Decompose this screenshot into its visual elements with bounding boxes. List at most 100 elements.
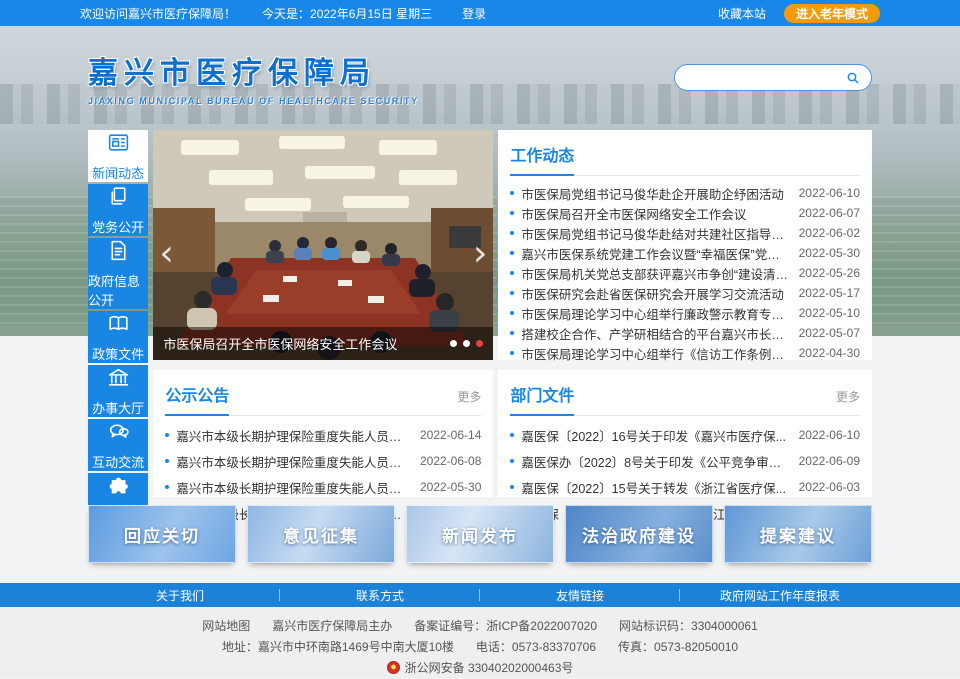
list-item[interactable]: 市医保局理论学习中心组举行廉政警示教育专题学习...2022-05-10 [510, 303, 860, 323]
sponsor-text: 嘉兴市医疗保障局主办 [272, 616, 392, 637]
bullet-icon [510, 433, 514, 437]
sidebar-item-party-affairs[interactable]: 党务公开 [88, 184, 148, 236]
site-logo[interactable]: 嘉兴市医疗保障局 JIAXING MUNICIPAL BUREAU OF HEA… [88, 48, 419, 106]
item-title: 嘉医保〔2022〕16号关于印发《嘉兴市医疗保... [521, 426, 788, 445]
bullet-icon [510, 271, 514, 275]
item-title: 嘉兴市本级长期护理保险重度失能人员名单公示（2... [176, 452, 410, 471]
bullet-icon [165, 485, 169, 489]
elder-mode-button[interactable]: 进入老年模式 [784, 4, 880, 23]
banner-rule-of-law[interactable]: 法治政府建设 [565, 505, 713, 563]
sidebar-item-label: 互动交流 [92, 452, 144, 471]
documents-more-link[interactable]: 更多 [836, 388, 860, 405]
news-carousel[interactable]: ‹ › 市医保局召开全市医保网络安全工作会议 [153, 130, 493, 360]
footer-link-about[interactable]: 关于我们 [80, 583, 280, 607]
bullet-icon [510, 459, 514, 463]
list-item[interactable]: 市医保局党组书记马俊华赴企开展助企纾困活动 2022-06-10 [510, 183, 860, 203]
list-item[interactable]: 市医保研究会赴省医保研究会开展学习交流活动 2022-05-17 [510, 283, 860, 303]
list-item[interactable]: 搭建校企合作、产学研相结合的平台嘉兴市长期护理...2022-05-07 [510, 323, 860, 343]
today-date-text: 今天是：2022年6月15日 星期三 [262, 5, 432, 22]
sidebar-item-interaction[interactable]: 互动交流 [88, 419, 148, 471]
list-item[interactable]: 嘉兴市本级长期护理保险重度失能人员名单公示（2... 2022-06-08 [165, 448, 481, 474]
notices-more-link[interactable]: 更多 [457, 388, 481, 405]
search-box [674, 64, 872, 91]
bullet-icon [510, 211, 514, 215]
bullet-icon [510, 291, 514, 295]
bullet-icon [510, 331, 514, 335]
list-item[interactable]: 嘉医保办〔2022〕8号关于印发《公平竞争审查... 2022-06-09 [510, 448, 860, 474]
carousel-next-icon[interactable]: › [473, 236, 487, 272]
document-icon [106, 238, 131, 266]
item-title: 市医保局党组书记马俊华赴企开展助企纾困活动 [521, 184, 788, 203]
item-date: 2022-06-07 [799, 206, 860, 220]
list-item[interactable]: 嘉医保〔2022〕15号关于转发《浙江省医疗保...2022-06-03 [510, 474, 860, 500]
list-item[interactable]: 嘉兴市本级长期护理保险重度失能人员名单公示（2...2022-06-14 [165, 422, 481, 448]
item-date: 2022-05-30 [799, 246, 860, 260]
section-title-documents: 部门文件 [510, 382, 574, 406]
banner-opinion-collection[interactable]: 意见征集 [247, 505, 395, 563]
phone-text: 电话：0573-83370706 [476, 637, 596, 658]
bullet-icon [510, 231, 514, 235]
search-icon[interactable] [844, 69, 862, 87]
sidebar-item-label: 政府信息公开 [88, 271, 148, 309]
section-title-notices: 公示公告 [165, 382, 229, 406]
banner-news-release[interactable]: 新闻发布 [406, 505, 554, 563]
list-item[interactable]: 嘉兴市医保系统党建工作会议暨“幸福医保”党建联...2022-05-30 [510, 243, 860, 263]
footer-link-friendly-links[interactable]: 友情链接 [480, 583, 680, 607]
bullet-icon [510, 351, 514, 355]
item-date: 2022-05-17 [799, 286, 860, 300]
list-item[interactable]: 嘉兴市本级长期护理保险重度失能人员名单公示（2...2022-05-30 [165, 474, 481, 500]
sidebar-item-label: 办事大厅 [92, 398, 144, 417]
department-documents-section: 部门文件 更多 嘉医保〔2022〕16号关于印发《嘉兴市医疗保... 2022-0… [498, 370, 872, 497]
carousel-photo [153, 130, 493, 360]
sidebar-item-policy-files[interactable]: 政策文件 [88, 311, 148, 363]
sidebar-nav: 新闻动态 党务公开 政府信息公开 政策文件 [88, 130, 148, 497]
work-dynamics-list: 市医保局党组书记马俊华赴企开展助企纾困活动 2022-06-10 市医保局召开全市… [510, 183, 860, 363]
puzzle-icon [106, 473, 131, 501]
sitemap-link[interactable]: 网站地图 [202, 616, 250, 637]
list-item[interactable]: 市医保局党组书记马俊华赴结对共建社区指导全国文...2022-06-02 [510, 223, 860, 243]
footer-link-annual-report[interactable]: 政府网站工作年度报表 [680, 583, 880, 607]
carousel-dot[interactable] [463, 340, 470, 347]
item-date: 2022-06-08 [420, 454, 481, 468]
bullet-icon [510, 311, 514, 315]
quick-banner-row: 回应关切 意见征集 新闻发布 法治政府建设 提案建议 [88, 505, 872, 563]
item-date: 2022-06-10 [799, 186, 860, 200]
security-badge-icon [387, 661, 400, 674]
bullet-icon [165, 459, 169, 463]
sidebar-item-label: 政策文件 [92, 344, 144, 363]
item-title: 市医保局理论学习中心组举行《信访工作条例》专题... [521, 344, 788, 363]
item-title: 市医保研究会赴省医保研究会开展学习交流活动 [521, 284, 788, 303]
sidebar-item-service-hall[interactable]: 办事大厅 [88, 365, 148, 417]
item-title: 嘉医保〔2022〕15号关于转发《浙江省医疗保... [521, 478, 788, 497]
search-input[interactable] [687, 71, 844, 85]
carousel-dot-active[interactable] [476, 340, 483, 347]
favorite-site-link[interactable]: 收藏本站 [718, 5, 766, 22]
sidebar-item-news[interactable]: 新闻动态 [88, 130, 148, 182]
list-item[interactable]: 市医保局召开全市医保网络安全工作会议2022-06-07 [510, 203, 860, 223]
site-header: 嘉兴市医疗保障局 JIAXING MUNICIPAL BUREAU OF HEA… [0, 26, 960, 130]
banner-respond-concerns[interactable]: 回应关切 [88, 505, 236, 563]
item-date: 2022-06-10 [799, 428, 860, 442]
bullet-icon [165, 433, 169, 437]
item-date: 2022-06-09 [799, 454, 860, 468]
list-item[interactable]: 市医保局机关党总支部获评嘉兴市争创“建设清廉机... 2022-05-26 [510, 263, 860, 283]
item-date: 2022-06-14 [420, 428, 481, 442]
security-record[interactable]: 浙公网安备 33040202000463号 [387, 658, 574, 679]
item-date: 2022-06-02 [799, 226, 860, 240]
login-link[interactable]: 登录 [462, 5, 486, 22]
sidebar-item-gov-info[interactable]: 政府信息公开 [88, 238, 148, 309]
carousel-dots [450, 340, 483, 347]
carousel-prev-icon[interactable]: ‹ [159, 236, 173, 272]
list-item[interactable]: 市医保局理论学习中心组举行《信访工作条例》专题...2022-04-30 [510, 343, 860, 363]
banner-proposals[interactable]: 提案建议 [724, 505, 872, 563]
footer-link-contact[interactable]: 联系方式 [280, 583, 480, 607]
carousel-dot[interactable] [450, 340, 457, 347]
item-title: 嘉医保办〔2022〕8号关于印发《公平竞争审查... [521, 452, 788, 471]
item-date: 2022-05-26 [799, 266, 860, 280]
list-item[interactable]: 嘉医保〔2022〕16号关于印发《嘉兴市医疗保... 2022-06-10 [510, 422, 860, 448]
security-record-text: 浙公网安备 33040202000463号 [405, 661, 574, 675]
site-title: 嘉兴市医疗保障局 [88, 48, 419, 92]
carousel-caption[interactable]: 市医保局召开全市医保网络安全工作会议 [163, 334, 442, 353]
site-code: 网站标识码：3304000061 [619, 616, 758, 637]
item-title: 市医保局机关党总支部获评嘉兴市争创“建设清廉机... [521, 264, 788, 283]
